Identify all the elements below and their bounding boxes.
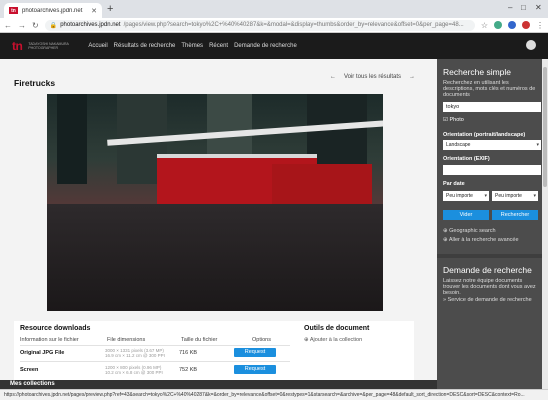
user-icon[interactable] <box>526 40 536 50</box>
site-header: tn TADAYOSHI NAKAMURA PHOTOGRAPHER Accue… <box>0 33 548 59</box>
firetruck-shape <box>272 164 372 209</box>
clear-button[interactable]: Vider <box>443 210 489 220</box>
date-to-select[interactable]: Peu importe ▾ <box>492 191 538 201</box>
geographic-search-link[interactable]: ⊕ Geographic search <box>443 228 496 234</box>
scrollbar-thumb[interactable] <box>543 67 547 187</box>
divider <box>20 345 290 346</box>
collections-bar[interactable]: Mes collections <box>0 380 437 389</box>
divider <box>437 254 548 258</box>
menu-item-demande[interactable]: Demande de recherche <box>234 43 297 49</box>
document-tools-title: Outils de document <box>304 325 370 332</box>
close-icon[interactable]: ✕ <box>91 7 97 15</box>
main-content: Firetrucks ← Voir tous les résultats → R… <box>0 59 437 389</box>
date-from-select[interactable]: Peu importe ▾ <box>443 191 489 201</box>
url-domain: photoarchives.jpdn.net <box>60 22 121 28</box>
menu-item-resultats[interactable]: Résultats de recherche <box>114 43 176 49</box>
advanced-search-link[interactable]: ⊕ Aller à la recherche avancée <box>443 237 519 243</box>
col-header-options: Options <box>252 337 271 343</box>
main-menu: Accueil Résultats de recherche Thèmes Ré… <box>88 43 296 49</box>
extension-icon[interactable] <box>494 21 502 29</box>
previous-arrow-icon[interactable]: ← <box>330 74 336 80</box>
chevron-down-icon: ▾ <box>536 142 539 148</box>
extension-icon[interactable] <box>508 21 516 29</box>
browser-tab-bar: tn photoarchives.jpdn.net ✕ + – □ ✕ <box>0 0 548 18</box>
maximize-icon[interactable]: □ <box>521 3 526 12</box>
col-header-dims: File dimensions <box>107 337 146 343</box>
tab-title: photoarchives.jpdn.net <box>22 7 83 14</box>
add-to-collection-link[interactable]: ⊕ Ajouter à la collection <box>304 337 362 343</box>
search-input[interactable]: tokyo <box>443 102 541 112</box>
search-button[interactable]: Rechercher <box>492 210 538 220</box>
research-request-service-link[interactable]: » Service de demande de recherche <box>443 297 539 303</box>
row-size: 716 KB <box>179 350 198 356</box>
extension-icon[interactable] <box>522 21 530 29</box>
divider <box>20 361 290 362</box>
resource-downloads-panel: Resource downloads Information sur le fi… <box>14 321 414 389</box>
menu-item-themes[interactable]: Thèmes <box>181 43 203 49</box>
menu-item-recent[interactable]: Récent <box>209 43 228 49</box>
row-dimensions: 3000 × 1331 pixels (3.67 MP) 16.9 cm × 11… <box>105 348 165 358</box>
url-field[interactable]: 🔒 photoarchives.jpdn.net/pages/view.php?… <box>44 19 475 31</box>
logo-text: TADAYOSHI NAKAMURA PHOTOGRAPHER <box>28 42 69 50</box>
url-path: /pages/view.php?search=tokyo%2C+%40%4028… <box>123 22 464 28</box>
scrollbar[interactable] <box>542 59 548 389</box>
next-arrow-icon[interactable]: → <box>409 74 415 80</box>
exif-input[interactable] <box>443 165 541 175</box>
menu-item-accueil[interactable]: Accueil <box>88 43 107 49</box>
exif-label: Orientation (EXIF) <box>443 156 490 162</box>
row-dimensions: 1200 × 800 pixels (0.96 MP) 10.2 cm × 6.8… <box>105 365 163 375</box>
lock-icon: 🔒 <box>49 22 58 29</box>
view-all-results-link[interactable]: Voir tous les résultats <box>344 74 401 80</box>
col-header-info: Information sur le fichier <box>20 337 79 343</box>
site-logo[interactable]: tn <box>12 39 23 53</box>
new-tab-icon[interactable]: + <box>107 3 113 15</box>
row-size: 752 KB <box>179 367 198 373</box>
col-header-size: Taille du fichier <box>181 337 218 343</box>
chevron-down-icon: ▾ <box>484 193 487 199</box>
address-bar: ← → ↻ 🔒 photoarchives.jpdn.net/pages/vie… <box>0 18 548 33</box>
page-title: Firetrucks <box>14 78 56 88</box>
minimize-icon[interactable]: – <box>508 3 512 12</box>
row-label: Screen <box>20 367 39 373</box>
research-request-title: Demande de recherche <box>443 265 532 275</box>
bookmark-star-icon[interactable]: ☆ <box>481 21 488 30</box>
resource-downloads-title: Resource downloads <box>20 325 91 332</box>
orientation-label: Orientation (portrait/landscape) <box>443 132 526 138</box>
back-icon[interactable]: ← <box>4 21 12 30</box>
preview-image[interactable] <box>47 94 383 311</box>
photo-checkbox[interactable]: ☑ Photo <box>443 117 464 123</box>
orientation-select[interactable]: Landscape ▾ <box>443 140 541 150</box>
research-request-description: Laissez notre équipe documents trouver l… <box>443 278 536 297</box>
request-button[interactable]: Request <box>234 348 276 357</box>
request-button[interactable]: Request <box>234 365 276 374</box>
simple-search-description: Recherchez en utilisant les descriptions… <box>443 80 536 99</box>
site-favicon: tn <box>9 7 18 14</box>
reload-icon[interactable]: ↻ <box>32 21 39 30</box>
date-label: Par date <box>443 181 465 187</box>
result-navigation: ← Voir tous les résultats → <box>330 74 415 80</box>
status-bar-url: https://photoarchives.jpdn.net/pages/pre… <box>0 389 548 400</box>
row-label: Original JPG File <box>20 350 65 356</box>
building-shape <box>57 94 87 184</box>
menu-kebab-icon[interactable]: ⋮ <box>536 21 544 30</box>
forward-icon[interactable]: → <box>18 21 26 30</box>
browser-tab[interactable]: tn photoarchives.jpdn.net ✕ <box>4 3 102 18</box>
simple-search-title: Recherche simple <box>443 67 512 77</box>
crowd-shape <box>47 204 383 311</box>
window-close-icon[interactable]: ✕ <box>535 3 542 12</box>
search-sidebar: Recherche simple Recherchez en utilisant… <box>437 59 548 389</box>
chevron-down-icon: ▾ <box>533 193 536 199</box>
